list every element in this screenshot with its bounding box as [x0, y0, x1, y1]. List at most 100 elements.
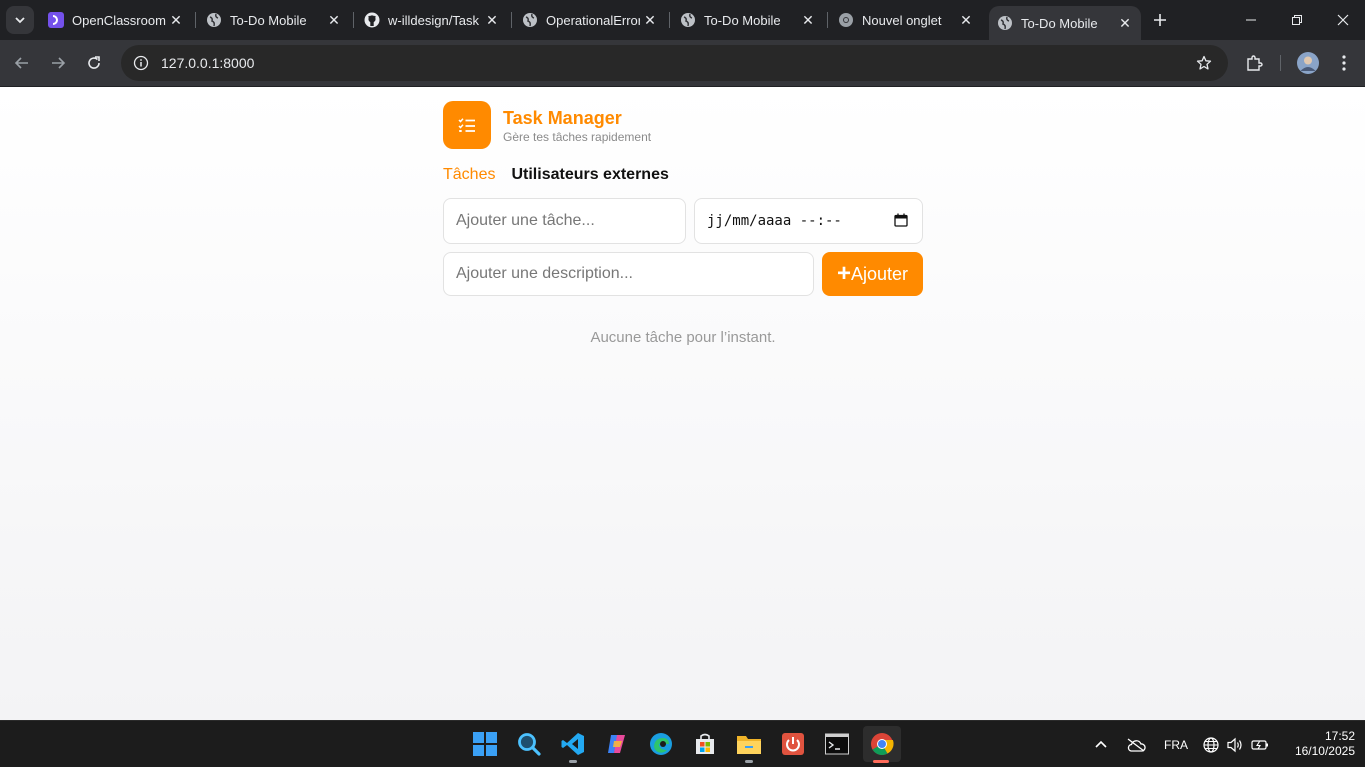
- clock-date: 16/10/2025: [1294, 744, 1355, 758]
- globe-icon: [997, 15, 1013, 31]
- windows-taskbar: FRA 17:52 16/10/2025: [0, 720, 1365, 767]
- close-icon[interactable]: ✕: [166, 10, 186, 30]
- tab-separator: [669, 12, 670, 28]
- close-icon[interactable]: ✕: [640, 10, 660, 30]
- chevron-down-icon: [15, 17, 25, 24]
- close-icon[interactable]: ✕: [482, 10, 502, 30]
- restore-button[interactable]: [1274, 0, 1320, 40]
- tab-title: w-illdesign/Task: [388, 12, 480, 28]
- close-icon[interactable]: ✕: [798, 10, 818, 30]
- search-app[interactable]: [511, 726, 547, 762]
- browser-menu-button[interactable]: [1330, 49, 1358, 77]
- power-icon: [782, 733, 804, 755]
- task-description-input[interactable]: Ajouter une description...: [443, 252, 814, 296]
- windows-logo-icon: [473, 732, 497, 756]
- network-button[interactable]: [1203, 721, 1219, 767]
- browser-tab[interactable]: To-Do Mobile ✕: [672, 6, 824, 34]
- site-info-icon[interactable]: [125, 55, 157, 71]
- chrome-icon: [838, 12, 854, 28]
- extensions-button[interactable]: [1240, 49, 1268, 77]
- datetime-placeholder: jj/mm/aaaa --:--: [707, 213, 842, 229]
- battery-button[interactable]: [1251, 721, 1269, 767]
- close-icon[interactable]: ✕: [324, 10, 344, 30]
- calendar-icon[interactable]: [894, 213, 910, 229]
- globe-icon: [522, 12, 538, 28]
- browser-tab-active[interactable]: To-Do Mobile ✕: [989, 6, 1141, 40]
- globe-icon: [206, 12, 222, 28]
- tab-title: OpenClassrooms: [72, 12, 166, 28]
- store-icon: [696, 733, 714, 754]
- vscode-icon: [561, 733, 584, 755]
- copilot-app[interactable]: [599, 726, 635, 762]
- terminal-icon: [825, 733, 849, 755]
- browser-tab[interactable]: OpenClassrooms ✕: [40, 6, 192, 34]
- search-icon: [518, 733, 541, 756]
- kebab-menu-icon: [1342, 55, 1346, 71]
- folder-icon: [737, 736, 761, 754]
- url-text: 127.0.0.1:8000: [161, 55, 255, 71]
- start-button[interactable]: [467, 726, 503, 762]
- avatar-icon: [1297, 52, 1319, 74]
- bookmark-star-button[interactable]: [1190, 49, 1218, 77]
- close-icon[interactable]: ✕: [956, 10, 976, 30]
- tab-external-users[interactable]: Utilisateurs externes: [511, 166, 668, 184]
- address-bar[interactable]: 127.0.0.1:8000: [121, 45, 1228, 81]
- tab-title: To-Do Mobile: [704, 12, 781, 28]
- add-task-button[interactable]: + Ajouter: [822, 252, 923, 296]
- chrome-app[interactable]: [863, 726, 901, 763]
- globe-icon: [680, 12, 696, 28]
- profile-avatar[interactable]: [1294, 49, 1322, 77]
- app-subtitle: Gère tes tâches rapidement: [503, 129, 652, 144]
- tab-separator: [353, 12, 354, 28]
- vscode-app[interactable]: [555, 726, 591, 763]
- file-explorer-app[interactable]: [731, 726, 767, 763]
- terminal-app[interactable]: [819, 726, 855, 762]
- tab-title: To-Do Mobile: [1021, 15, 1098, 31]
- running-indicator: [745, 760, 753, 763]
- minimize-icon: [1246, 19, 1256, 21]
- description-placeholder: Ajouter une description...: [456, 265, 633, 282]
- onedrive-status[interactable]: [1126, 721, 1146, 767]
- reload-button[interactable]: [80, 49, 108, 77]
- add-task-label: Ajouter: [850, 263, 909, 284]
- edge-app[interactable]: [643, 726, 679, 762]
- task-title-input[interactable]: Ajouter une tâche...: [443, 198, 686, 244]
- globe-icon: [1203, 736, 1219, 753]
- browser-tab[interactable]: OperationalError ✕: [514, 6, 666, 34]
- active-indicator: [873, 760, 889, 763]
- minimize-button[interactable]: [1228, 0, 1274, 40]
- tab-search-button[interactable]: [6, 6, 34, 34]
- reload-icon: [88, 56, 100, 69]
- plus-icon: +: [836, 260, 851, 287]
- tab-tasks[interactable]: Tâches: [443, 166, 495, 184]
- browser-toolbar: 127.0.0.1:8000: [0, 40, 1365, 86]
- back-button[interactable]: [8, 49, 36, 77]
- store-app[interactable]: [687, 726, 723, 762]
- empty-state-message: Aucune tâche pour l’instant.: [590, 329, 776, 346]
- app-logo: [443, 101, 491, 149]
- tab-title: To-Do Mobile: [230, 12, 307, 28]
- close-icon[interactable]: ✕: [1115, 13, 1135, 33]
- clock-time: 17:52: [1324, 729, 1355, 743]
- due-datetime-input[interactable]: jj/mm/aaaa --:--: [694, 198, 923, 244]
- task-title-placeholder: Ajouter une tâche...: [456, 212, 595, 229]
- browser-tab[interactable]: Nouvel onglet ✕: [830, 6, 982, 34]
- openclassrooms-icon: [48, 12, 64, 28]
- tray-overflow-button[interactable]: [1094, 721, 1108, 767]
- volume-button[interactable]: [1227, 721, 1245, 767]
- system-clock[interactable]: 17:52 16/10/2025: [1277, 729, 1355, 759]
- plus-icon: [1154, 14, 1166, 26]
- puzzle-icon: [1247, 55, 1263, 71]
- new-tab-button[interactable]: [1148, 8, 1172, 32]
- browser-tab-strip: OpenClassrooms ✕ To-Do Mobile ✕ w-illdes…: [0, 0, 1365, 40]
- close-icon: [1337, 14, 1349, 26]
- arrow-left-icon: [14, 57, 28, 69]
- arrow-right-icon: [52, 57, 66, 69]
- close-window-button[interactable]: [1320, 0, 1365, 40]
- app-header: Task Manager Gère tes tâches rapidement: [443, 101, 923, 149]
- language-indicator[interactable]: FRA: [1164, 721, 1188, 767]
- power-app[interactable]: [775, 726, 811, 762]
- browser-tab[interactable]: To-Do Mobile ✕: [198, 6, 350, 34]
- forward-button[interactable]: [44, 49, 72, 77]
- browser-tab[interactable]: w-illdesign/Task ✕: [356, 6, 508, 34]
